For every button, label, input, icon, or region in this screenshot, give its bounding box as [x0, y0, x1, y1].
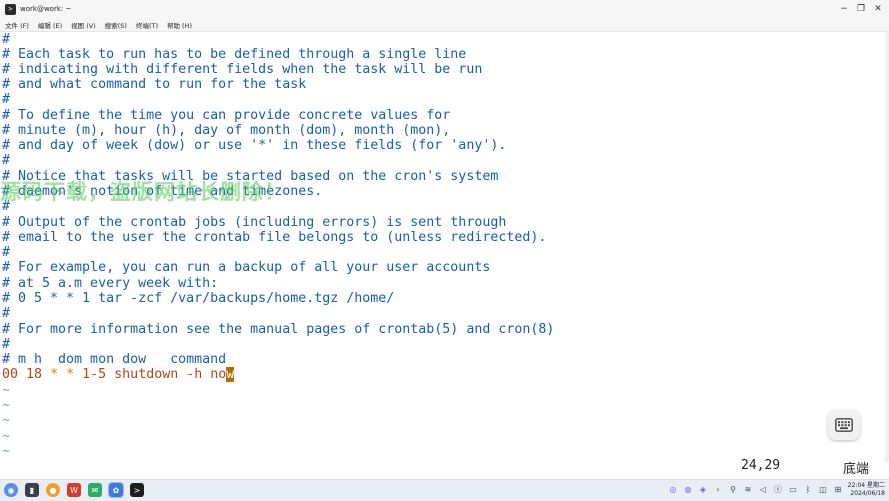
window-titlebar[interactable]: > work@work: ~ − ❐ ✕ — [0, 0, 889, 18]
menu-search[interactable]: 搜索(S) — [105, 20, 127, 30]
clock-time: 22:04 星期二 — [847, 482, 885, 489]
wps-icon[interactable]: W — [67, 483, 81, 497]
keyboard-icon — [835, 418, 853, 432]
cron-hour: 18 — [26, 367, 43, 382]
cron-dow: 1-5 — [82, 367, 107, 382]
text-cursor: w — [226, 367, 235, 382]
bluetooth-icon[interactable]: ᛒ — [803, 484, 813, 494]
menu-file[interactable]: 文件 (F) — [5, 20, 29, 30]
cron-entry-line[interactable]: 00 18 * * 1-5 shutdown -h now — [2, 367, 235, 382]
cursor-position: 24,29 — [741, 458, 781, 473]
scrollbar[interactable] — [885, 32, 889, 462]
comment-line: # Each task to run has to be defined thr… — [2, 47, 467, 62]
comment-line: # and day of week (dow) or use '*' in th… — [2, 138, 507, 153]
comment-line: # — [2, 306, 11, 321]
volume-icon[interactable]: ◁ — [758, 484, 768, 494]
comment-line: # at 5 a.m every week with: — [2, 276, 219, 291]
cron-minute: 00 — [2, 367, 19, 382]
tray-app2-icon[interactable]: ◍ — [683, 484, 693, 494]
terminal-taskbar-icon[interactable]: > — [130, 483, 144, 497]
browser-icon[interactable]: ● — [46, 483, 60, 497]
restore-button[interactable]: ❐ — [854, 2, 868, 16]
terminal-viewport[interactable]: # # Each task to run has to be defined t… — [0, 32, 889, 478]
comment-line: # Output of the crontab jobs (including … — [2, 215, 507, 230]
chevron-right-icon[interactable]: › — [713, 484, 723, 494]
taskbar: ◉ ▮ ● W ✉ ✿ > ◎ ◍ ◈ › ⚲ ≋ ◁ ⓢ ▭ ᛒ ◫ ⊞ 22… — [0, 479, 889, 501]
file-manager-icon[interactable]: ▮ — [25, 483, 39, 497]
start-menu-icon[interactable]: ◉ — [4, 483, 18, 497]
taskbar-apps: ◉ ▮ ● W ✉ ✿ > — [4, 482, 151, 498]
empty-line-tilde: ~ — [2, 383, 11, 398]
comment-line: # — [2, 153, 11, 168]
battery-icon[interactable]: ▭ — [788, 484, 798, 494]
cron-dom: * — [50, 367, 59, 382]
comment-line: # For more information see the manual pa… — [2, 322, 555, 337]
close-button[interactable]: ✕ — [871, 2, 885, 16]
watermark: 源码下载，盗版网站长删除！ — [0, 180, 286, 204]
network-icon[interactable]: ⊞ — [833, 484, 843, 494]
tray-app3-icon[interactable]: ◈ — [698, 484, 708, 494]
terminal-icon: > — [5, 3, 16, 15]
comment-line: # — [2, 92, 11, 107]
menu-terminal[interactable]: 终端(T) — [136, 20, 158, 30]
comment-line: # indicating with different fields when … — [2, 62, 483, 77]
menu-help[interactable]: 帮助 (H) — [167, 20, 192, 30]
input-method-icon[interactable]: ⓢ — [773, 484, 783, 494]
comment-line: # minute (m), hour (h), day of month (do… — [2, 123, 451, 138]
wifi-icon[interactable]: ≋ — [743, 484, 753, 494]
empty-line-tilde: ~ — [2, 444, 11, 459]
menu-bar: 文件 (F) 编辑 (E) 视图 (V) 搜索(S) 终端(T) 帮助 (H) — [0, 18, 889, 32]
window-controls: − ❐ ✕ — [834, 0, 885, 18]
comment-line: # To define the time you can provide con… — [2, 108, 451, 123]
search-icon[interactable]: ⚲ — [728, 484, 738, 494]
empty-line-tilde: ~ — [2, 429, 11, 444]
minimize-button[interactable]: − — [837, 2, 851, 16]
empty-line-tilde: ~ — [2, 398, 11, 413]
comment-line: # email to the user the crontab file bel… — [2, 230, 547, 245]
menu-view[interactable]: 视图 (V) — [71, 20, 96, 30]
system-tray: ◎ ◍ ◈ › ⚲ ≋ ◁ ⓢ ▭ ᛒ ◫ ⊞ — [663, 484, 843, 494]
comment-line: # — [2, 32, 11, 47]
cron-mon: * — [66, 367, 75, 382]
scroll-position: 底端 — [843, 462, 870, 477]
virtual-keyboard-button[interactable] — [828, 410, 860, 440]
window-title: work@work: ~ — [20, 5, 72, 13]
clock[interactable]: 22:04 星期二 2024/06/18 — [845, 482, 885, 498]
notification-icon[interactable]: ◫ — [818, 484, 828, 494]
empty-line-tilde: ~ — [2, 413, 11, 428]
comment-line: # 0 5 * * 1 tar -zcf /var/backups/home.t… — [2, 291, 395, 306]
wechat-icon[interactable]: ✉ — [88, 483, 102, 497]
comment-line: # For example, you can run a backup of a… — [2, 260, 491, 275]
comment-line: # and what command to run for the task — [2, 77, 307, 92]
menu-edit[interactable]: 编辑 (E) — [38, 20, 62, 30]
comment-line: # — [2, 337, 11, 352]
tray-app-icon[interactable]: ◎ — [668, 484, 678, 494]
clock-date: 2024/06/18 — [850, 490, 885, 497]
cron-command: shutdown -h no — [114, 367, 227, 382]
comment-line: # — [2, 245, 11, 260]
software-store-icon[interactable]: ✿ — [108, 482, 124, 498]
comment-line: # m h dom mon dow command — [2, 352, 227, 367]
